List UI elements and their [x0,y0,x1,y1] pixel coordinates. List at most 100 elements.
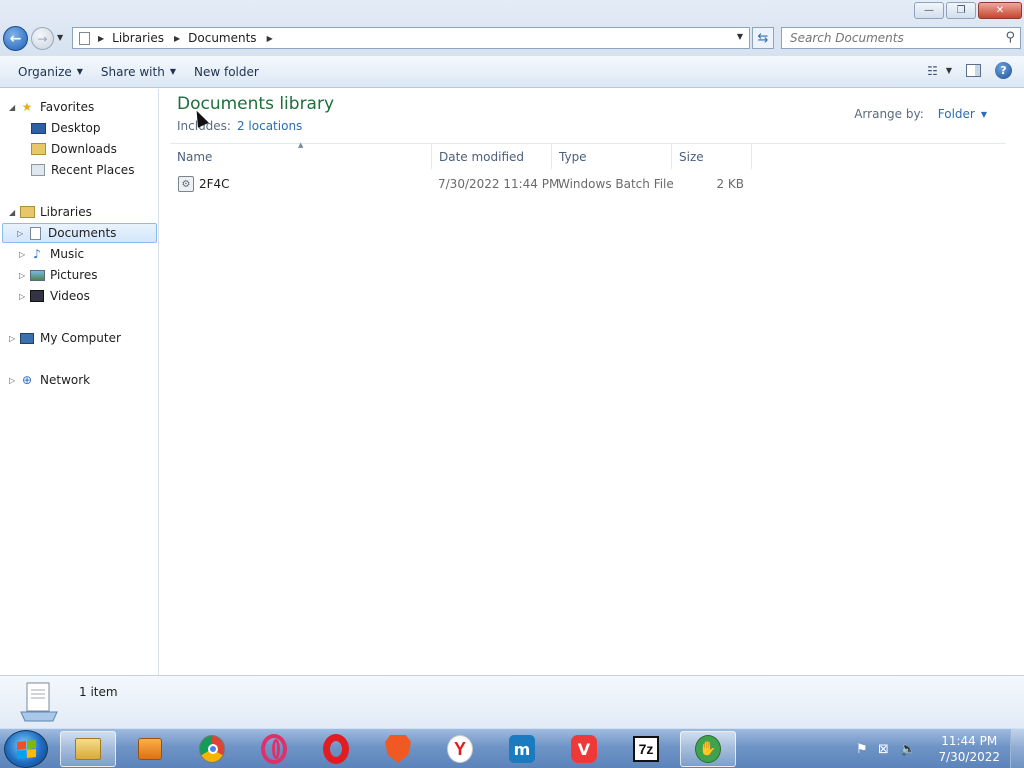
nav-music[interactable]: ▷ ♪ Music [19,244,84,264]
help-icon[interactable]: ? [995,62,1012,79]
back-button[interactable]: ← [3,26,28,51]
nav-downloads[interactable]: Downloads [30,139,117,159]
nav-desktop[interactable]: Desktop [30,118,101,138]
taskbar-vivaldi[interactable]: V [556,731,612,767]
column-type[interactable]: Type [552,144,672,169]
nav-pictures[interactable]: ▷ Pictures [19,265,98,285]
network-icon: ⊕ [21,373,33,387]
share-with-button[interactable]: Share with ▼ [92,60,185,84]
taskbar-handshake-app[interactable]: ✋ [680,731,736,767]
taskbar-7zip[interactable]: 7z [618,731,674,767]
details-pane: 1 item [0,675,1024,728]
yandex-icon: Y [447,735,473,763]
music-icon: ♪ [33,247,41,261]
desktop-icon [30,121,46,135]
column-size[interactable]: Size [672,144,752,169]
locations-link[interactable]: 2 locations [237,119,302,133]
file-size: 2 KB [716,177,744,191]
nav-desktop-label: Desktop [51,121,101,135]
arrange-by: Arrange by: Folder ▼ [854,107,987,121]
batch-file-icon: ⚙ [178,176,194,192]
taskbar-brave[interactable] [370,731,426,767]
nav-recent-places[interactable]: Recent Places [30,160,134,180]
media-player-icon [137,736,163,762]
organize-button[interactable]: Organize ▼ [9,60,92,84]
taskbar-opera[interactable] [308,731,364,767]
chevron-down-icon[interactable]: ▼ [981,110,987,119]
nav-recent-places-label: Recent Places [51,163,135,177]
nav-favorites-label: Favorites [40,100,95,114]
recent-pages-dropdown[interactable]: ▼ [57,33,63,42]
minimize-button[interactable]: — [914,2,944,19]
search-box[interactable]: ⚲ [781,27,1021,49]
opera-outline-icon [261,734,287,764]
nav-my-computer[interactable]: ▷ My Computer [9,328,121,348]
view-controls: ☷ ▼ ? [927,62,1012,79]
address-bar[interactable]: ▶ Libraries ▶ Documents ▶ ▼ [72,27,750,49]
close-icon: ✕ [995,4,1005,16]
file-row[interactable]: ⚙ 2F4C 7/30/2022 11:44 PM Windows Batch … [170,173,755,195]
preview-pane-icon[interactable] [966,64,981,77]
breadcrumb-separator-icon[interactable]: ▶ [174,34,180,43]
7zip-icon: 7z [633,736,659,762]
maximize-button[interactable]: ❐ [946,2,976,19]
close-button[interactable]: ✕ [978,2,1022,19]
nav-downloads-label: Downloads [51,142,117,156]
arrange-by-dropdown[interactable]: Folder [938,107,975,121]
expand-triangle-icon[interactable]: ▷ [19,250,29,259]
change-view-button[interactable]: ☷ ▼ [927,64,952,78]
taskbar-explorer[interactable] [60,731,116,767]
breadcrumb-documents[interactable]: Documents [188,31,256,45]
expand-triangle-icon[interactable]: ▷ [19,271,29,280]
clock[interactable]: 11:44 PM 7/30/2022 [938,733,1000,765]
taskbar-media-player[interactable] [122,731,178,767]
vivaldi-icon: V [571,735,597,763]
taskbar-chrome[interactable] [184,731,240,767]
nav-videos[interactable]: ▷ Videos [19,286,90,306]
forward-button[interactable]: → [31,27,54,50]
nav-network[interactable]: ▷ ⊕ Network [9,370,90,390]
details-view-icon: ☷ [927,63,938,78]
search-icon[interactable]: ⚲ [1005,30,1015,45]
minimize-icon: — [924,4,934,16]
refresh-button[interactable]: ⇆ [752,27,774,49]
forward-arrow-icon: → [37,31,48,46]
breadcrumb-libraries[interactable]: Libraries [112,31,164,45]
action-center-icon[interactable]: ⚑ [856,742,868,757]
volume-icon[interactable]: 🔈 [900,742,916,757]
search-input[interactable] [790,31,990,45]
collapse-triangle-icon[interactable]: ◢ [9,103,19,112]
column-name[interactable]: Name [170,144,432,169]
taskbar-maxthon[interactable]: m [494,731,550,767]
nav-videos-label: Videos [50,289,90,303]
breadcrumb-separator-icon[interactable]: ▶ [267,34,273,43]
expand-triangle-icon[interactable]: ▷ [19,292,29,301]
nav-libraries[interactable]: ◢ Libraries [9,202,92,222]
column-date-modified[interactable]: Date modified [432,144,552,169]
column-name-label: Name [177,149,213,164]
window-chrome: — ❐ ✕ ← → ▼ ▶ Libraries ▶ Documents ▶ ▼ … [0,0,1024,56]
taskbar-yandex[interactable]: Y [432,731,488,767]
collapse-triangle-icon[interactable]: ◢ [9,208,19,217]
new-folder-button[interactable]: New folder [185,60,268,84]
start-button[interactable] [4,730,48,768]
column-type-label: Type [559,149,587,164]
documents-library-icon [20,682,58,722]
show-desktop-button[interactable] [1010,729,1024,768]
address-history-dropdown[interactable]: ▼ [737,32,743,41]
nav-favorites[interactable]: ◢ ★ Favorites [9,97,94,117]
chevron-down-icon[interactable]: ▼ [946,66,952,75]
library-documents-icon [79,31,90,45]
taskbar-opera-gx[interactable] [246,731,302,767]
file-name: 2F4C [199,177,230,191]
nav-documents[interactable]: ▷ Documents [2,223,157,243]
libraries-icon [19,205,35,219]
expand-triangle-icon[interactable]: ▷ [17,229,27,238]
expand-triangle-icon[interactable]: ▷ [9,334,19,343]
nav-libraries-label: Libraries [40,205,92,219]
explorer-folder-icon [75,736,101,762]
expand-triangle-icon[interactable]: ▷ [9,376,19,385]
breadcrumb-separator-icon[interactable]: ▶ [98,34,104,43]
nav-music-label: Music [50,247,85,261]
network-status-icon[interactable]: ⊠ [878,742,889,757]
